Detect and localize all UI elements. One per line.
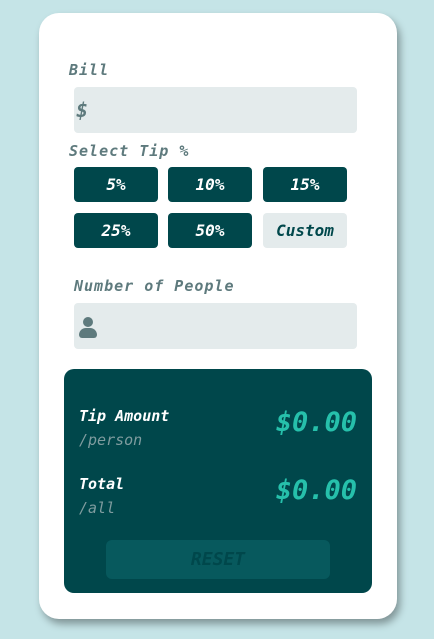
bill-label: Bill — [69, 61, 110, 79]
bill-input[interactable] — [104, 87, 347, 135]
tip-custom-input[interactable]: Custom — [263, 213, 347, 248]
select-tip-label: Select Tip % — [69, 142, 190, 160]
tip-button-50[interactable]: 50% — [168, 213, 252, 248]
bill-input-box[interactable]: $ — [74, 87, 357, 135]
tip-button-5[interactable]: 5% — [74, 167, 158, 202]
reset-button[interactable]: RESET — [106, 540, 330, 579]
people-input-box[interactable] — [74, 303, 357, 351]
tip-amount-value: $0.00 — [275, 407, 357, 438]
tip-button-15[interactable]: 15% — [263, 167, 347, 202]
tip-calculator-card: Bill $ Select Tip % 5% 10% 15% 25% 50% C… — [39, 13, 397, 619]
tip-amount-per-person-label: /person — [79, 431, 143, 449]
result-panel: Tip Amount /person $0.00 Total /all $0.0… — [64, 369, 372, 593]
tip-button-10[interactable]: 10% — [168, 167, 252, 202]
total-value: $0.00 — [275, 475, 357, 506]
tip-amount-title: Tip Amount — [79, 407, 170, 425]
tip-button-25[interactable]: 25% — [74, 213, 158, 248]
number-of-people-label: Number of People — [74, 277, 235, 295]
total-all-label: /all — [79, 499, 116, 517]
dollar-icon: $ — [76, 98, 89, 122]
people-input[interactable] — [104, 303, 347, 351]
total-title: Total — [79, 475, 125, 493]
person-icon — [79, 317, 97, 339]
